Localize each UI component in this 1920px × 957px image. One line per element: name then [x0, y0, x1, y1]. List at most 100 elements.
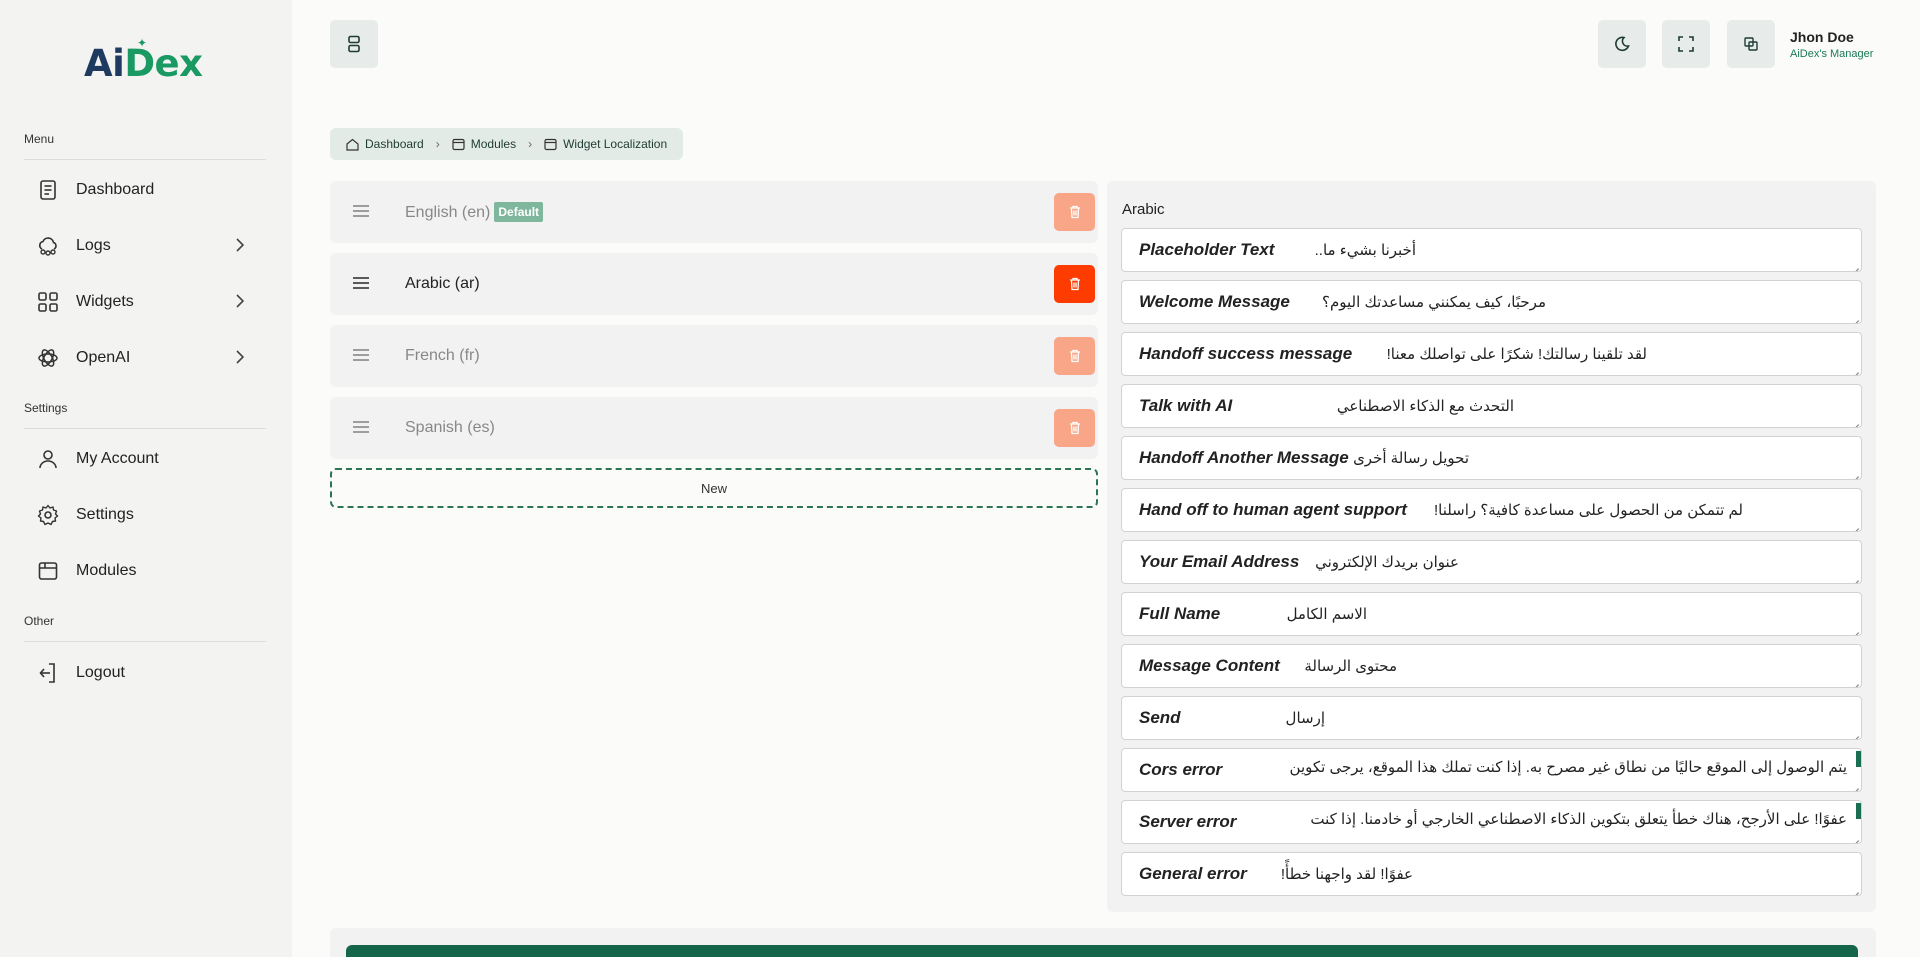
box-icon: [544, 138, 557, 150]
fullscreen-button[interactable]: [1662, 20, 1710, 68]
breadcrumb-dashboard[interactable]: Dashboard: [346, 137, 424, 151]
settings-section-label: Settings: [24, 401, 68, 415]
field-value: الاسم الكامل: [1286, 606, 1367, 623]
resize-handle[interactable]: [1850, 468, 1859, 477]
sidebar-item-label: Logs: [76, 237, 111, 254]
resize-handle[interactable]: [1850, 572, 1859, 581]
sidebar-item-logs[interactable]: Logs: [24, 224, 266, 268]
fullscreen-icon: [1678, 36, 1694, 52]
sidebar-item-my-account[interactable]: My Account: [24, 437, 266, 481]
field-general-error[interactable]: General error عفوًا! لقد واجهنا خطأً!: [1121, 852, 1862, 896]
field-talk-with-ai[interactable]: Talk with AI التحدث مع الذكاء الاصطناعي: [1121, 384, 1862, 428]
resize-handle[interactable]: [1850, 260, 1859, 269]
field-your-email-address[interactable]: Your Email Address عنوان بريدك الإلكترون…: [1121, 540, 1862, 584]
sidebar-item-label: My Account: [76, 450, 159, 467]
sidebar-item-modules[interactable]: Modules: [24, 549, 266, 593]
delete-language-button[interactable]: [1054, 337, 1095, 375]
field-value: محتوى الرسالة: [1304, 658, 1397, 675]
sidebar-item-label: Modules: [76, 562, 137, 579]
new-language-button[interactable]: New: [330, 468, 1098, 508]
moon-icon: [1615, 36, 1630, 52]
box-icon: [452, 138, 465, 150]
field-server-error[interactable]: Server error عفوًا! على الأرجح، هناك خطأ…: [1121, 800, 1862, 844]
sidebar-item-dashboard[interactable]: Dashboard: [24, 168, 266, 212]
trash-icon: [1069, 421, 1080, 435]
resize-handle[interactable]: [1850, 728, 1859, 737]
menu-divider: [24, 159, 266, 160]
save-button[interactable]: [346, 945, 1858, 957]
toggle-sidebar-button[interactable]: [330, 20, 378, 68]
language-row-french[interactable]: French (fr): [330, 325, 1098, 387]
resize-handle[interactable]: [1850, 780, 1859, 789]
delete-language-button[interactable]: [1054, 193, 1095, 231]
field-full-name[interactable]: Full Name الاسم الكامل: [1121, 592, 1862, 636]
field-handoff-another-message[interactable]: Handoff Another Message تحويل رسالة أخرى: [1121, 436, 1862, 480]
field-welcome-message[interactable]: Welcome Message مرحبًا، كيف يمكنني مساعد…: [1121, 280, 1862, 324]
chevron-right-icon: ›: [435, 137, 440, 151]
resize-handle[interactable]: [1850, 364, 1859, 373]
field-value: مرحبًا، كيف يمكنني مساعدتك اليوم؟: [1322, 294, 1546, 311]
language-row-english[interactable]: English (en) Default: [330, 181, 1098, 243]
field-label: Welcome Message: [1139, 292, 1290, 311]
delete-language-button[interactable]: [1054, 265, 1095, 303]
resize-handle[interactable]: [1850, 624, 1859, 633]
field-value: إرسال: [1285, 710, 1325, 727]
document-icon: [36, 178, 60, 202]
sidebar-item-widgets[interactable]: Widgets: [24, 280, 266, 324]
field-value: التحدث مع الذكاء الاصطناعي: [1336, 398, 1514, 415]
field-cors-error[interactable]: Cors error يتم الوصول إلى الموقع حاليًا …: [1121, 748, 1862, 792]
sidebar-item-settings[interactable]: Settings: [24, 493, 266, 537]
scrollbar[interactable]: [1856, 751, 1861, 767]
field-value: لم تتمكن من الحصول على مساعدة كافية؟ راس…: [1433, 502, 1743, 519]
field-value: يتم الوصول إلى الموقع حاليًا من نطاق غير…: [1289, 759, 1847, 776]
field-value: تحويل رسالة أخرى: [1353, 450, 1469, 467]
home-icon: [346, 138, 359, 151]
panel-title: Arabic: [1122, 201, 1165, 218]
field-label: Message Content: [1139, 656, 1280, 675]
field-send[interactable]: Send إرسال: [1121, 696, 1862, 740]
user-icon: [36, 447, 60, 471]
resize-handle[interactable]: [1850, 884, 1859, 893]
scrollbar[interactable]: [1856, 803, 1861, 819]
field-value: أخبرنا بشيء ما..: [1314, 242, 1416, 259]
resize-handle[interactable]: [1850, 832, 1859, 841]
field-hand-off-to-human-agent-support[interactable]: Hand off to human agent support لم تتمكن…: [1121, 488, 1862, 532]
language-name: French (fr): [405, 347, 480, 364]
resize-handle[interactable]: [1850, 676, 1859, 685]
sidebar-item-label: Settings: [76, 506, 134, 523]
avatar[interactable]: [1727, 20, 1775, 68]
sidebar-item-logout[interactable]: Logout: [24, 651, 266, 695]
drag-handle-icon[interactable]: [352, 420, 370, 434]
sidebar: AiDex ✦ Menu Dashboard Logs Widgets Open…: [0, 0, 292, 957]
field-placeholder-text[interactable]: Placeholder Text أخبرنا بشيء ما..: [1121, 228, 1862, 272]
openai-icon: [36, 346, 60, 370]
field-label: Cors error: [1139, 760, 1223, 779]
avatar-icon: [1744, 37, 1758, 51]
language-row-spanish[interactable]: Spanish (es): [330, 397, 1098, 459]
breadcrumb: Dashboard › Modules › Widget Localizatio…: [330, 128, 684, 160]
sidebar-item-label: Dashboard: [76, 181, 155, 198]
chevron-right-icon: [236, 350, 244, 364]
sidebar-item-label: Widgets: [76, 293, 134, 310]
drag-handle-icon[interactable]: [352, 276, 370, 290]
sidebar-item-openai[interactable]: OpenAI: [24, 336, 266, 380]
resize-handle[interactable]: [1850, 416, 1859, 425]
aidex-logo[interactable]: AiDex ✦: [84, 36, 203, 85]
drag-handle-icon[interactable]: [352, 204, 370, 218]
delete-language-button[interactable]: [1054, 409, 1095, 447]
dark-mode-button[interactable]: [1598, 20, 1646, 68]
field-label: Talk with AI: [1139, 396, 1233, 415]
language-row-arabic[interactable]: Arabic (ar): [330, 253, 1098, 315]
breadcrumb-modules[interactable]: Modules: [452, 137, 516, 151]
field-label: Full Name: [1139, 604, 1221, 623]
leaf-icon: ✦: [137, 36, 147, 50]
field-label: Server error: [1139, 812, 1237, 831]
field-handoff-success-message[interactable]: Handoff success message لقد تلقينا رسالت…: [1121, 332, 1862, 376]
resize-handle[interactable]: [1850, 312, 1859, 321]
other-section-label: Other: [24, 614, 55, 628]
chevron-right-icon: [236, 294, 244, 308]
field-message-content[interactable]: Message Content محتوى الرسالة: [1121, 644, 1862, 688]
resize-handle[interactable]: [1850, 520, 1859, 529]
trash-icon: [1069, 349, 1080, 363]
drag-handle-icon[interactable]: [352, 348, 370, 362]
